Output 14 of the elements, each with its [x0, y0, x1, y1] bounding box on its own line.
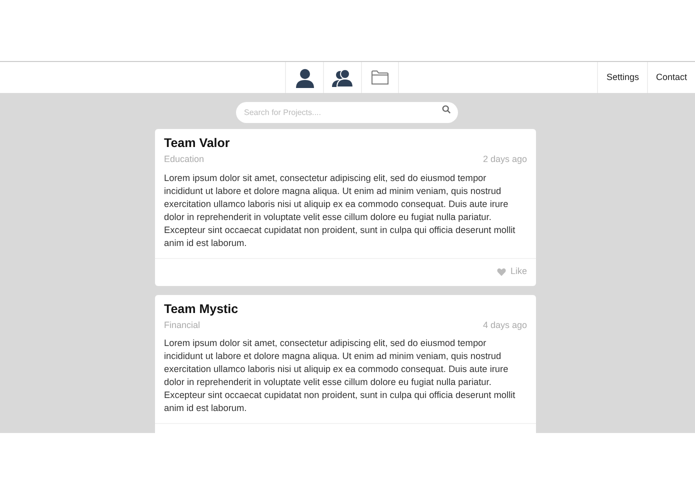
card-description: Lorem ipsum dolor sit amet, consectetur adipiscing elit, sed do eiusmod tempor incididunt ut labore et dolore magna aliqua. Ut enim ad minim veniam, quis nostrud exercitation ullamco laboris nisi ut aliquip ex ea commodo consequat. Duis aute irure dolor in reprehenderit in voluptate velit esse cillum dolore eu fugiat nulla pariatur. Excepteur sint occaecat cupidatat non proident, sunt in culpa qui officia deserunt mollit anim id est laborum.: [164, 337, 516, 415]
people-icon: [332, 68, 354, 86]
category-label: Financial: [164, 318, 200, 332]
search-field[interactable]: Search for Projects....: [236, 102, 458, 123]
person-icon: [294, 68, 314, 88]
folder-icon: [371, 70, 389, 85]
card-title: Team Valor: [164, 136, 231, 151]
search-icon: [442, 105, 451, 114]
category-label: Education: [164, 153, 204, 166]
card-description: Lorem ipsum dolor sit amet, consectetur adipiscing elit, sed do eiusmod tempor incididunt ut labore et dolore magna aliqua. Ut enim ad minim veniam, quis nostrud exercitation ullamco laboris nisi ut aliquip ex ea commodo consequat. Duis aute irure dolor in reprehenderit in voluptate velit esse cillum dolore eu fugiat nulla pariatur. Excepteur sint occaecat cupidatat non proident, sunt in culpa qui officia deserunt mollit anim id est laborum.: [164, 172, 516, 250]
heart-icon: [497, 268, 506, 276]
timestamp: 2 days ago: [482, 153, 527, 166]
card-title: Team Mystic: [164, 302, 240, 316]
timestamp: 4 days ago: [482, 318, 527, 332]
